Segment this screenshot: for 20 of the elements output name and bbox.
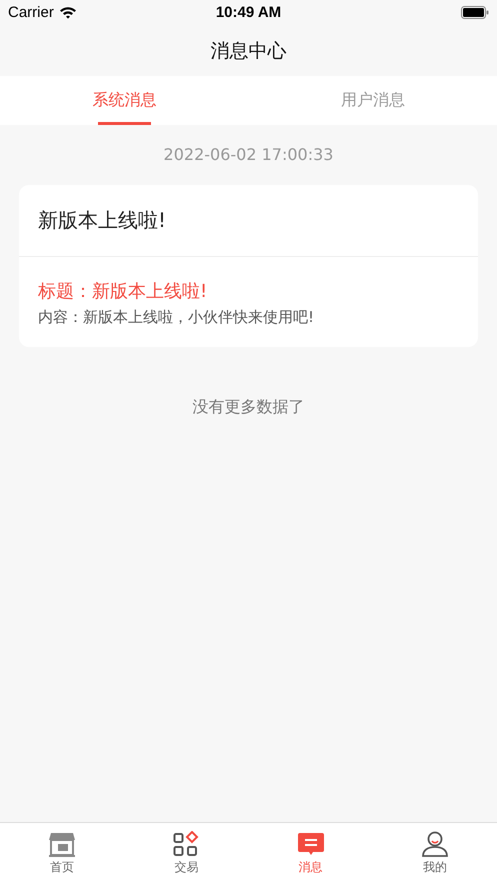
message-body: 内容：新版本上线啦，小伙伴快来使用吧! (38, 307, 316, 328)
message-heading: 标题：新版本上线啦! (38, 280, 208, 304)
grid-icon (173, 830, 200, 856)
tab-bar-item[interactable]: 交易 (124, 823, 248, 883)
wifi-icon (58, 6, 77, 19)
user-icon (420, 830, 449, 856)
tab-bar-item[interactable]: 首页 (0, 823, 124, 883)
tab[interactable]: 系统消息 (0, 76, 248, 125)
message-title: 新版本上线啦! (19, 185, 478, 257)
storefront-icon (48, 830, 76, 856)
message-icon (296, 830, 325, 856)
status-time: 10:49 AM (216, 4, 282, 21)
no-more-data-text: 没有更多数据了 (192, 397, 306, 418)
message-date: 2022-06-02 17:00:33 (162, 145, 334, 164)
tab-bar-item[interactable]: 消息 (248, 823, 373, 883)
message-card[interactable]: 新版本上线啦! 标题：新版本上线啦! 内容：新版本上线啦，小伙伴快来使用吧! (19, 185, 478, 347)
page-title: 消息中心 (210, 38, 286, 64)
battery-icon (461, 6, 489, 19)
carrier-label: Carrier (8, 4, 54, 21)
tab-bar-item[interactable]: 我的 (372, 823, 497, 883)
